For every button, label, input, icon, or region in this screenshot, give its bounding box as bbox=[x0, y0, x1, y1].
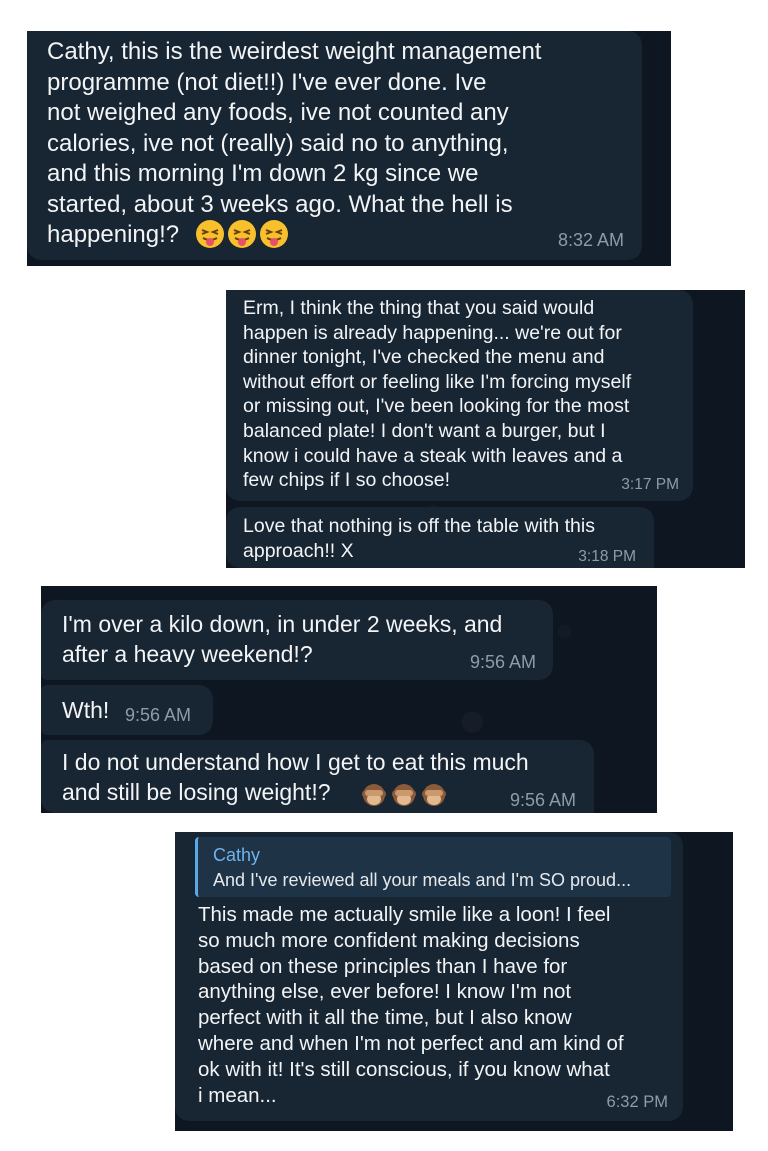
message-text: Erm, I think the thing that you said wou… bbox=[243, 297, 632, 492]
face-with-tongue-emoji bbox=[227, 219, 257, 249]
message-time: 8:32 AM bbox=[557, 230, 624, 250]
message-time: 6:32 PM bbox=[606, 1093, 668, 1111]
chat-screenshot-3: I'm over a kilo down, in under 2 weeks, … bbox=[41, 586, 657, 813]
see-no-evil-monkey-emoji bbox=[420, 781, 448, 809]
face-with-tongue-emoji bbox=[259, 219, 289, 249]
message-bubble[interactable]: I'm over a kilo down, in under 2 weeks, … bbox=[41, 600, 553, 680]
message-text: Wth! bbox=[62, 697, 110, 723]
reply-quote[interactable]: Cathy And I've reviewed all your meals a… bbox=[195, 837, 671, 897]
reply-text: And I've reviewed all your meals and I'm… bbox=[213, 870, 632, 890]
message-time: 3:17 PM bbox=[621, 476, 679, 493]
message-text: This made me actually smile like a loon!… bbox=[198, 903, 624, 1107]
message-bubble[interactable]: Cathy, this is the weirdest weight manag… bbox=[27, 31, 642, 260]
see-no-evil-monkey-emoji bbox=[360, 781, 388, 809]
chat-screenshot-2: Erm, I think the thing that you said wou… bbox=[226, 290, 745, 568]
reply-author: Cathy bbox=[213, 845, 261, 865]
chat-screenshot-1: Cathy, this is the weirdest weight manag… bbox=[27, 31, 671, 266]
message-bubble[interactable]: Love that nothing is off the table with … bbox=[226, 507, 654, 568]
message-bubble[interactable]: Wth! 9:56 AM bbox=[41, 685, 213, 735]
see-no-evil-monkey-emoji bbox=[390, 781, 418, 809]
message-bubble[interactable]: I do not understand how I get to eat thi… bbox=[41, 740, 594, 813]
message-time: 9:56 AM bbox=[125, 705, 192, 725]
message-text: Love that nothing is off the table with … bbox=[243, 515, 595, 562]
chat-screenshot-4: Cathy And I've reviewed all your meals a… bbox=[175, 832, 733, 1131]
face-with-tongue-emoji bbox=[195, 219, 225, 249]
emoji-group bbox=[360, 781, 448, 809]
message-text: I'm over a kilo down, in under 2 weeks, … bbox=[62, 611, 503, 667]
message-time: 9:56 AM bbox=[509, 790, 576, 810]
message-text: I do not understand how I get to eat thi… bbox=[62, 749, 529, 805]
message-bubble[interactable]: Cathy And I've reviewed all your meals a… bbox=[175, 832, 683, 1121]
message-text: Cathy, this is the weirdest weight manag… bbox=[47, 38, 542, 248]
message-time: 9:56 AM bbox=[469, 652, 536, 672]
emoji-group bbox=[195, 219, 289, 249]
message-time: 3:18 PM bbox=[578, 548, 636, 565]
message-bubble[interactable]: Erm, I think the thing that you said wou… bbox=[226, 290, 693, 501]
